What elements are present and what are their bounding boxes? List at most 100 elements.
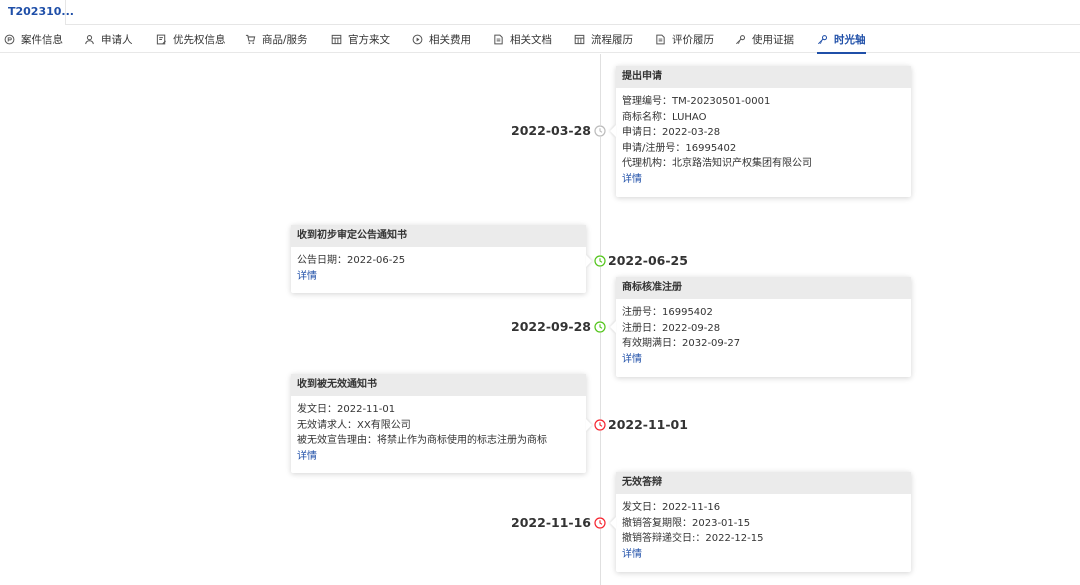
field-separator: ： bbox=[652, 322, 662, 334]
play-circle-icon bbox=[412, 34, 423, 45]
key-icon bbox=[817, 34, 828, 45]
tab-label: 评价履历 bbox=[672, 33, 714, 46]
field-label: 有效期满日 bbox=[622, 338, 672, 350]
details-link[interactable]: 详情 bbox=[297, 269, 580, 285]
event-date: 2022-03-28 bbox=[511, 123, 591, 138]
user-icon bbox=[84, 34, 95, 45]
tab-1[interactable]: 申请人 bbox=[84, 25, 133, 53]
field-label: 申请/注册号 bbox=[622, 142, 676, 154]
event-field: 代理机构：北京路浩知识产权集团有限公司 bbox=[622, 156, 905, 172]
card-arrow bbox=[586, 419, 592, 431]
field-label: 发文日 bbox=[297, 404, 327, 415]
field-separator: ： bbox=[662, 96, 672, 107]
field-separator: ： bbox=[662, 111, 672, 123]
field-label: 管理编号 bbox=[622, 96, 662, 107]
field-value: LUHAO bbox=[672, 111, 707, 123]
clock-icon bbox=[594, 419, 606, 431]
tab-label: 相关文档 bbox=[510, 33, 552, 46]
event-card: 商标核准注册 注册号：16995402 注册日：2022-09-28 有效期满日：20… bbox=[616, 277, 911, 377]
tab-0[interactable]: 案件信息 bbox=[4, 25, 63, 53]
field-label: 注册日 bbox=[622, 322, 652, 334]
clock-icon bbox=[594, 255, 606, 267]
info-circle-icon bbox=[4, 34, 15, 45]
event-field: 管理编号：TM-20230501-0001 bbox=[622, 94, 905, 110]
event-field: 撤销答辩递交日:：2022-12-15 bbox=[622, 531, 905, 547]
field-value: 北京路浩知识产权集团有限公司 bbox=[672, 158, 812, 170]
event-field: 商标名称：LUHAO bbox=[622, 110, 905, 126]
event-card: 提出申请 管理编号：TM-20230501-0001 商标名称：LUHAO 申请日：2… bbox=[616, 66, 911, 197]
event-body: 注册号：16995402 注册日：2022-09-28 有效期满日：2032-09-… bbox=[616, 299, 911, 373]
field-separator: ： bbox=[652, 502, 662, 513]
field-value: 2022-11-16 bbox=[662, 502, 721, 513]
field-separator: ： bbox=[652, 127, 662, 139]
tab-8[interactable]: 评价履历 bbox=[655, 25, 714, 53]
event-card: 收到被无效通知书 发文日：2022-11-01 无效请求人：XX有限公司 被无效宣告理… bbox=[291, 374, 586, 473]
event-card: 收到初步审定公告通知书 公告日期：2022-06-25 详情 bbox=[291, 225, 586, 293]
tab-2[interactable]: 优先权信息 bbox=[156, 25, 226, 53]
field-value: 2022-03-28 bbox=[662, 127, 721, 139]
table-icon bbox=[574, 34, 585, 45]
document-tab-bar: T202310... bbox=[0, 0, 1080, 26]
event-body: 发文日：2022-11-01 无效请求人：XX有限公司 被无效宣告理由：将禁止作为商… bbox=[291, 396, 586, 470]
field-value: 将禁止作为商标使用的标志注册为商标 bbox=[377, 435, 547, 447]
field-separator: ： bbox=[675, 142, 686, 154]
event-body: 公告日期：2022-06-25 详情 bbox=[291, 247, 586, 290]
field-label: 无效请求人 bbox=[297, 419, 347, 431]
event-body: 管理编号：TM-20230501-0001 商标名称：LUHAO 申请日：2022-… bbox=[616, 88, 911, 194]
clock-icon bbox=[594, 517, 606, 529]
tab-label: 时光轴 bbox=[834, 33, 866, 46]
tab-label: 商品/服务 bbox=[262, 33, 308, 46]
field-label: 代理机构 bbox=[622, 158, 662, 170]
file-icon bbox=[655, 34, 666, 45]
tab-7[interactable]: 流程履历 bbox=[574, 25, 633, 53]
event-date: 2022-11-01 bbox=[608, 417, 688, 432]
tab-6[interactable]: 相关文档 bbox=[493, 25, 552, 53]
field-value: 2022-12-15 bbox=[705, 533, 764, 545]
field-separator: ： bbox=[682, 517, 692, 529]
event-field: 申请日：2022-03-28 bbox=[622, 125, 905, 141]
tab-9[interactable]: 使用证据 bbox=[735, 25, 794, 53]
event-date: 2022-06-25 bbox=[608, 253, 688, 268]
document-tab[interactable]: T202310... bbox=[0, 0, 74, 26]
details-link[interactable]: 详情 bbox=[622, 352, 905, 368]
field-label: 撤销答复期限 bbox=[622, 517, 682, 529]
clock-icon bbox=[594, 125, 606, 137]
details-link[interactable]: 详情 bbox=[297, 449, 580, 465]
card-arrow bbox=[610, 321, 616, 333]
field-label: 被无效宣告理由 bbox=[297, 435, 367, 447]
tab-label: 优先权信息 bbox=[173, 33, 226, 46]
event-card: 无效答辩 发文日：2022-11-16 撤销答复期限：2023-01-15 撤销答辩递… bbox=[616, 472, 911, 572]
event-date: 2022-09-28 bbox=[511, 319, 591, 334]
cart-icon bbox=[245, 34, 256, 45]
field-value: XX有限公司 bbox=[357, 419, 411, 431]
tab-label: 使用证据 bbox=[752, 33, 794, 46]
event-field: 撤销答复期限：2023-01-15 bbox=[622, 516, 905, 532]
field-separator: ： bbox=[367, 435, 377, 447]
event-title: 收到初步审定公告通知书 bbox=[291, 225, 586, 247]
field-separator: ： bbox=[695, 533, 706, 545]
tab-5[interactable]: 相关费用 bbox=[412, 25, 471, 53]
card-arrow bbox=[610, 125, 616, 137]
event-field: 无效请求人：XX有限公司 bbox=[297, 418, 580, 434]
field-label: 申请日 bbox=[622, 127, 652, 139]
details-link[interactable]: 详情 bbox=[622, 547, 905, 563]
event-field: 公告日期：2022-06-25 bbox=[297, 253, 580, 269]
field-separator: ： bbox=[672, 338, 682, 350]
card-arrow bbox=[586, 255, 592, 267]
tab-3[interactable]: 商品/服务 bbox=[245, 25, 308, 53]
field-separator: ： bbox=[337, 255, 347, 266]
event-field: 发文日：2022-11-16 bbox=[622, 500, 905, 516]
field-separator: ： bbox=[327, 404, 337, 415]
tab-label: 流程履历 bbox=[591, 33, 633, 46]
field-separator: ： bbox=[662, 158, 672, 170]
tab-10[interactable]: 时光轴 bbox=[817, 25, 866, 54]
tab-label: 官方来文 bbox=[348, 33, 390, 46]
field-value: 2023-01-15 bbox=[692, 517, 751, 529]
details-link[interactable]: 详情 bbox=[622, 172, 905, 188]
field-value: 2032-09-27 bbox=[682, 338, 741, 350]
field-separator: ： bbox=[347, 419, 357, 431]
tab-4[interactable]: 官方来文 bbox=[331, 25, 390, 53]
tab-label: 案件信息 bbox=[21, 33, 63, 46]
section-tabs: 案件信息 申请人 优先权信息 商品/服务 官方来文 相关费用 相关文档 流程履历 评价履历 使用证… bbox=[0, 25, 1080, 54]
event-field: 发文日：2022-11-01 bbox=[297, 402, 580, 418]
